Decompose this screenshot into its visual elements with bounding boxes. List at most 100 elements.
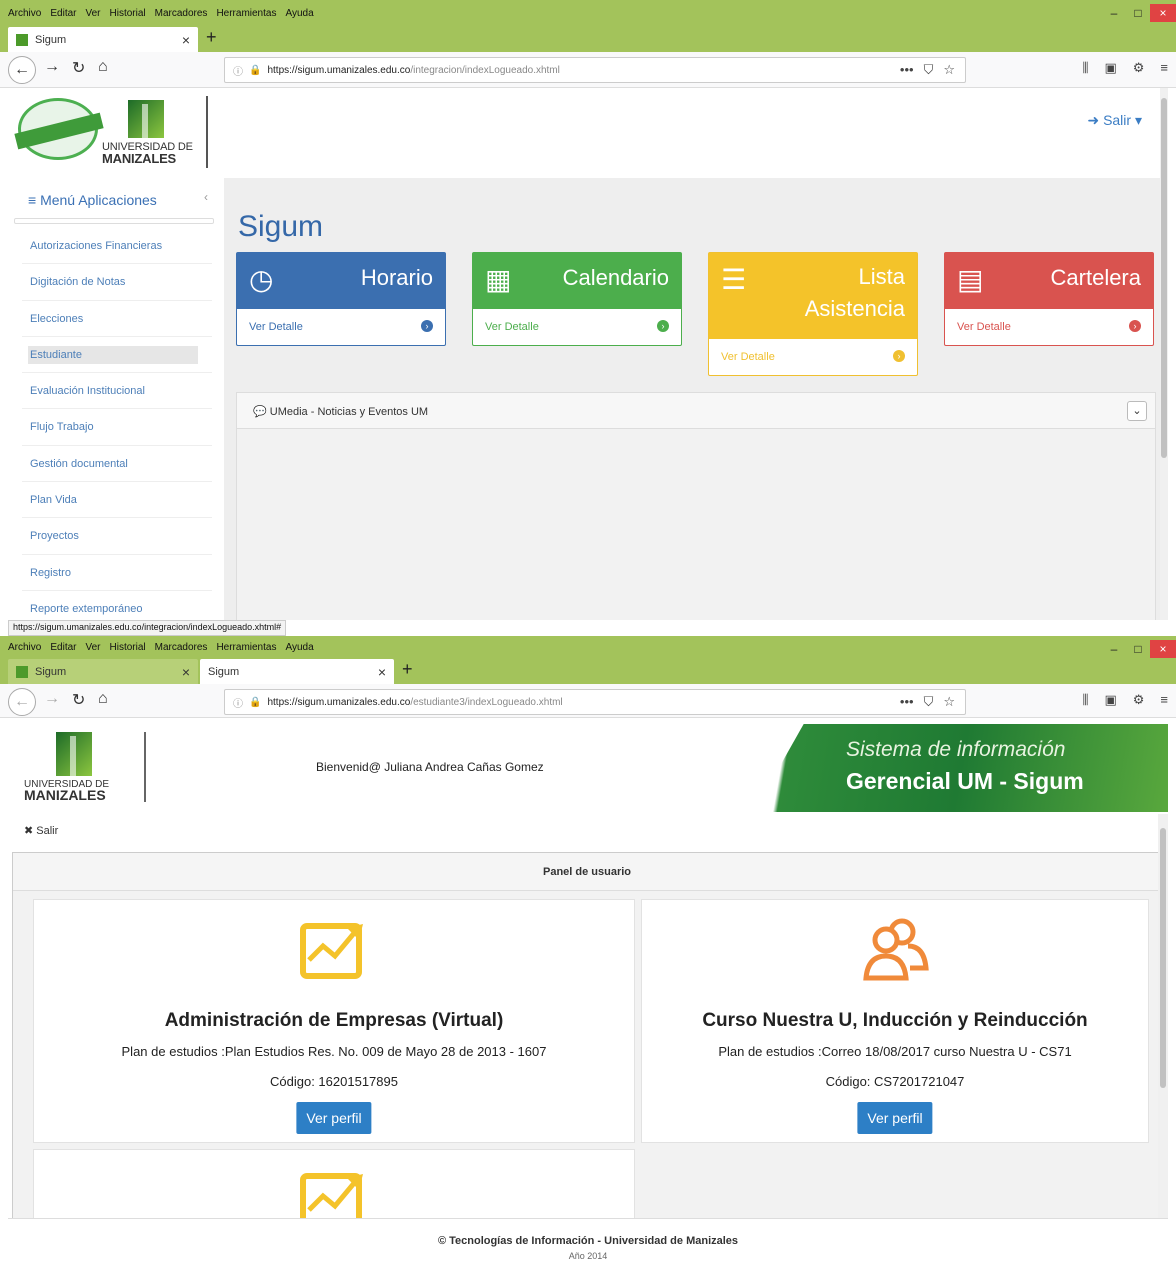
sidebar-item-evaluacion-institucional[interactable]: Evaluación Institucional bbox=[22, 373, 212, 410]
home-icon[interactable]: ⌂ bbox=[98, 690, 108, 708]
site-info-icon[interactable]: ⓘ bbox=[233, 695, 243, 710]
tile-header: ☰ Lista Asistencia bbox=[709, 253, 917, 339]
ver-detalle-link[interactable]: Ver Detalle bbox=[721, 351, 775, 363]
menu-historial[interactable]: Historial bbox=[110, 8, 146, 19]
sidebar-item-digitacion-notas[interactable]: Digitación de Notas bbox=[22, 264, 212, 301]
bookmark-star-icon[interactable]: ☆ bbox=[943, 62, 955, 78]
footer-year: Año 2014 bbox=[568, 1251, 608, 1261]
tile-footer[interactable]: Ver Detalle › bbox=[945, 309, 1153, 345]
library-icon[interactable]: ⫼ bbox=[1082, 692, 1088, 708]
browser-tab-2[interactable]: Sigum × bbox=[200, 659, 394, 684]
ver-perfil-button[interactable]: Ver perfil bbox=[857, 1102, 933, 1134]
logout-link[interactable]: ✖ Salir bbox=[24, 824, 58, 837]
page-scrollbar[interactable] bbox=[1158, 814, 1168, 1222]
forward-icon[interactable]: → bbox=[44, 58, 60, 76]
collapse-chevron-icon[interactable]: ‹ bbox=[204, 190, 208, 204]
sidebar-item-flujo-trabajo[interactable]: Flujo Trabajo bbox=[22, 409, 212, 446]
maximize-icon[interactable]: □ bbox=[1126, 640, 1150, 658]
menu-marcadores[interactable]: Marcadores bbox=[155, 642, 208, 653]
extension-icon[interactable]: ⚙ bbox=[1133, 692, 1145, 708]
sidebar-title[interactable]: ≡ Menú Aplicaciones bbox=[28, 192, 157, 208]
university-logo: UNIVERSIDAD DE MANIZALES bbox=[24, 732, 134, 802]
sidebar-item-label: Reporte extemporáneo bbox=[30, 602, 143, 615]
header-divider bbox=[206, 96, 208, 168]
menu-herramientas[interactable]: Herramientas bbox=[216, 8, 276, 19]
menu-list-icon: ≡ bbox=[28, 192, 37, 208]
sidebar-item-estudiante[interactable]: Estudiante bbox=[22, 337, 212, 374]
tile-cartelera[interactable]: ▤ Cartelera Ver Detalle › bbox=[944, 252, 1154, 346]
tile-lista-asistencia[interactable]: ☰ Lista Asistencia Ver Detalle › bbox=[708, 252, 918, 376]
tab-close-icon[interactable]: × bbox=[378, 664, 386, 680]
menu-editar[interactable]: Editar bbox=[50, 8, 76, 19]
tile-footer[interactable]: Ver Detalle › bbox=[473, 309, 681, 345]
sidebar-item-elecciones[interactable]: Elecciones bbox=[22, 301, 212, 337]
forward-icon[interactable]: → bbox=[44, 690, 60, 708]
pocket-icon[interactable]: ⛉ bbox=[924, 62, 934, 78]
menu-archivo[interactable]: Archivo bbox=[8, 8, 41, 19]
sidebar-search-field[interactable] bbox=[14, 218, 214, 224]
site-info-icon[interactable]: ⓘ bbox=[233, 63, 243, 78]
minimize-icon[interactable]: – bbox=[1102, 640, 1126, 658]
hamburger-menu-icon[interactable]: ≡ bbox=[1160, 692, 1168, 708]
maximize-icon[interactable]: □ bbox=[1126, 4, 1150, 22]
menu-archivo[interactable]: Archivo bbox=[8, 642, 41, 653]
menu-marcadores[interactable]: Marcadores bbox=[155, 8, 208, 19]
tile-horario[interactable]: ◷ Horario Ver Detalle › bbox=[236, 252, 446, 346]
sidebar-item-reporte-extemporaneo[interactable]: Reporte extemporáneo bbox=[22, 591, 212, 620]
page-scrollbar[interactable] bbox=[1160, 88, 1168, 620]
url-bar[interactable]: ⓘ 🔒 https://sigum.umanizales.edu.co/inte… bbox=[224, 57, 966, 83]
url-bar[interactable]: ⓘ 🔒 https://sigum.umanizales.edu.co/estu… bbox=[224, 689, 966, 715]
scrollbar-thumb[interactable] bbox=[1161, 98, 1167, 458]
hamburger-menu-icon[interactable]: ≡ bbox=[1160, 60, 1168, 76]
tile-footer[interactable]: Ver Detalle › bbox=[709, 339, 917, 375]
scrollbar-thumb[interactable] bbox=[1160, 828, 1166, 1088]
new-tab-icon[interactable]: + bbox=[206, 27, 217, 48]
browser-tab[interactable]: Sigum × bbox=[8, 27, 198, 52]
extension-icon[interactable]: ⚙ bbox=[1133, 60, 1145, 76]
menu-historial[interactable]: Historial bbox=[110, 642, 146, 653]
bookmark-star-icon[interactable]: ☆ bbox=[943, 694, 955, 710]
logout-dropdown[interactable]: ➜ Salir ▾ bbox=[1087, 112, 1142, 129]
menu-ayuda[interactable]: Ayuda bbox=[285, 642, 313, 653]
menu-ver[interactable]: Ver bbox=[85, 642, 100, 653]
chevron-down-icon[interactable]: ⌄ bbox=[1127, 401, 1147, 421]
close-window-icon[interactable]: × bbox=[1150, 640, 1176, 658]
tab-close-icon[interactable]: × bbox=[182, 664, 190, 680]
sidebar-item-gestion-documental[interactable]: Gestión documental bbox=[22, 446, 212, 483]
title-bar: Archivo Editar Ver Historial Marcadores … bbox=[0, 636, 1176, 684]
sidebar-toggle-icon[interactable]: ▣ bbox=[1104, 60, 1116, 76]
pocket-icon[interactable]: ⛉ bbox=[924, 694, 934, 710]
tile-calendario[interactable]: ▦ Calendario Ver Detalle › bbox=[472, 252, 682, 346]
minimize-icon[interactable]: – bbox=[1102, 4, 1126, 22]
ver-detalle-link[interactable]: Ver Detalle bbox=[485, 321, 539, 333]
toolbar-icons: ⫼ ▣ ⚙ ≡ bbox=[1082, 692, 1168, 708]
home-icon[interactable]: ⌂ bbox=[98, 58, 108, 76]
reload-icon[interactable]: ↻ bbox=[72, 58, 85, 78]
ver-perfil-button[interactable]: Ver perfil bbox=[296, 1102, 372, 1134]
page-actions-icon[interactable]: ••• bbox=[900, 62, 914, 78]
tile-footer[interactable]: Ver Detalle › bbox=[237, 309, 445, 345]
sigum-banner: Sistema de información Gerencial UM - Si… bbox=[754, 724, 1168, 812]
tab-close-icon[interactable]: × bbox=[182, 32, 190, 48]
sidebar-item-proyectos[interactable]: Proyectos bbox=[22, 518, 212, 555]
browser-tab-1[interactable]: Sigum × bbox=[8, 659, 198, 684]
ver-detalle-link[interactable]: Ver Detalle bbox=[249, 321, 303, 333]
sidebar-item-registro[interactable]: Registro bbox=[22, 555, 212, 591]
sidebar-item-plan-vida[interactable]: Plan Vida bbox=[22, 482, 212, 519]
new-tab-icon[interactable]: + bbox=[402, 659, 413, 680]
tab-title: Sigum bbox=[35, 665, 67, 678]
back-icon[interactable]: ← bbox=[8, 56, 36, 84]
ver-detalle-link[interactable]: Ver Detalle bbox=[957, 321, 1011, 333]
menu-ayuda[interactable]: Ayuda bbox=[285, 8, 313, 19]
menu-herramientas[interactable]: Herramientas bbox=[216, 642, 276, 653]
reload-icon[interactable]: ↻ bbox=[72, 690, 85, 710]
close-window-icon[interactable]: × bbox=[1150, 4, 1176, 22]
back-icon[interactable]: ← bbox=[8, 688, 36, 716]
sidebar-toggle-icon[interactable]: ▣ bbox=[1104, 692, 1116, 708]
sidebar-item-autorizaciones-financieras[interactable]: Autorizaciones Financieras bbox=[22, 228, 212, 265]
university-name: UNIVERSIDAD DE MANIZALES bbox=[102, 142, 193, 166]
page-actions-icon[interactable]: ••• bbox=[900, 694, 914, 710]
menu-ver[interactable]: Ver bbox=[85, 8, 100, 19]
library-icon[interactable]: ⫼ bbox=[1082, 60, 1088, 76]
menu-editar[interactable]: Editar bbox=[50, 642, 76, 653]
